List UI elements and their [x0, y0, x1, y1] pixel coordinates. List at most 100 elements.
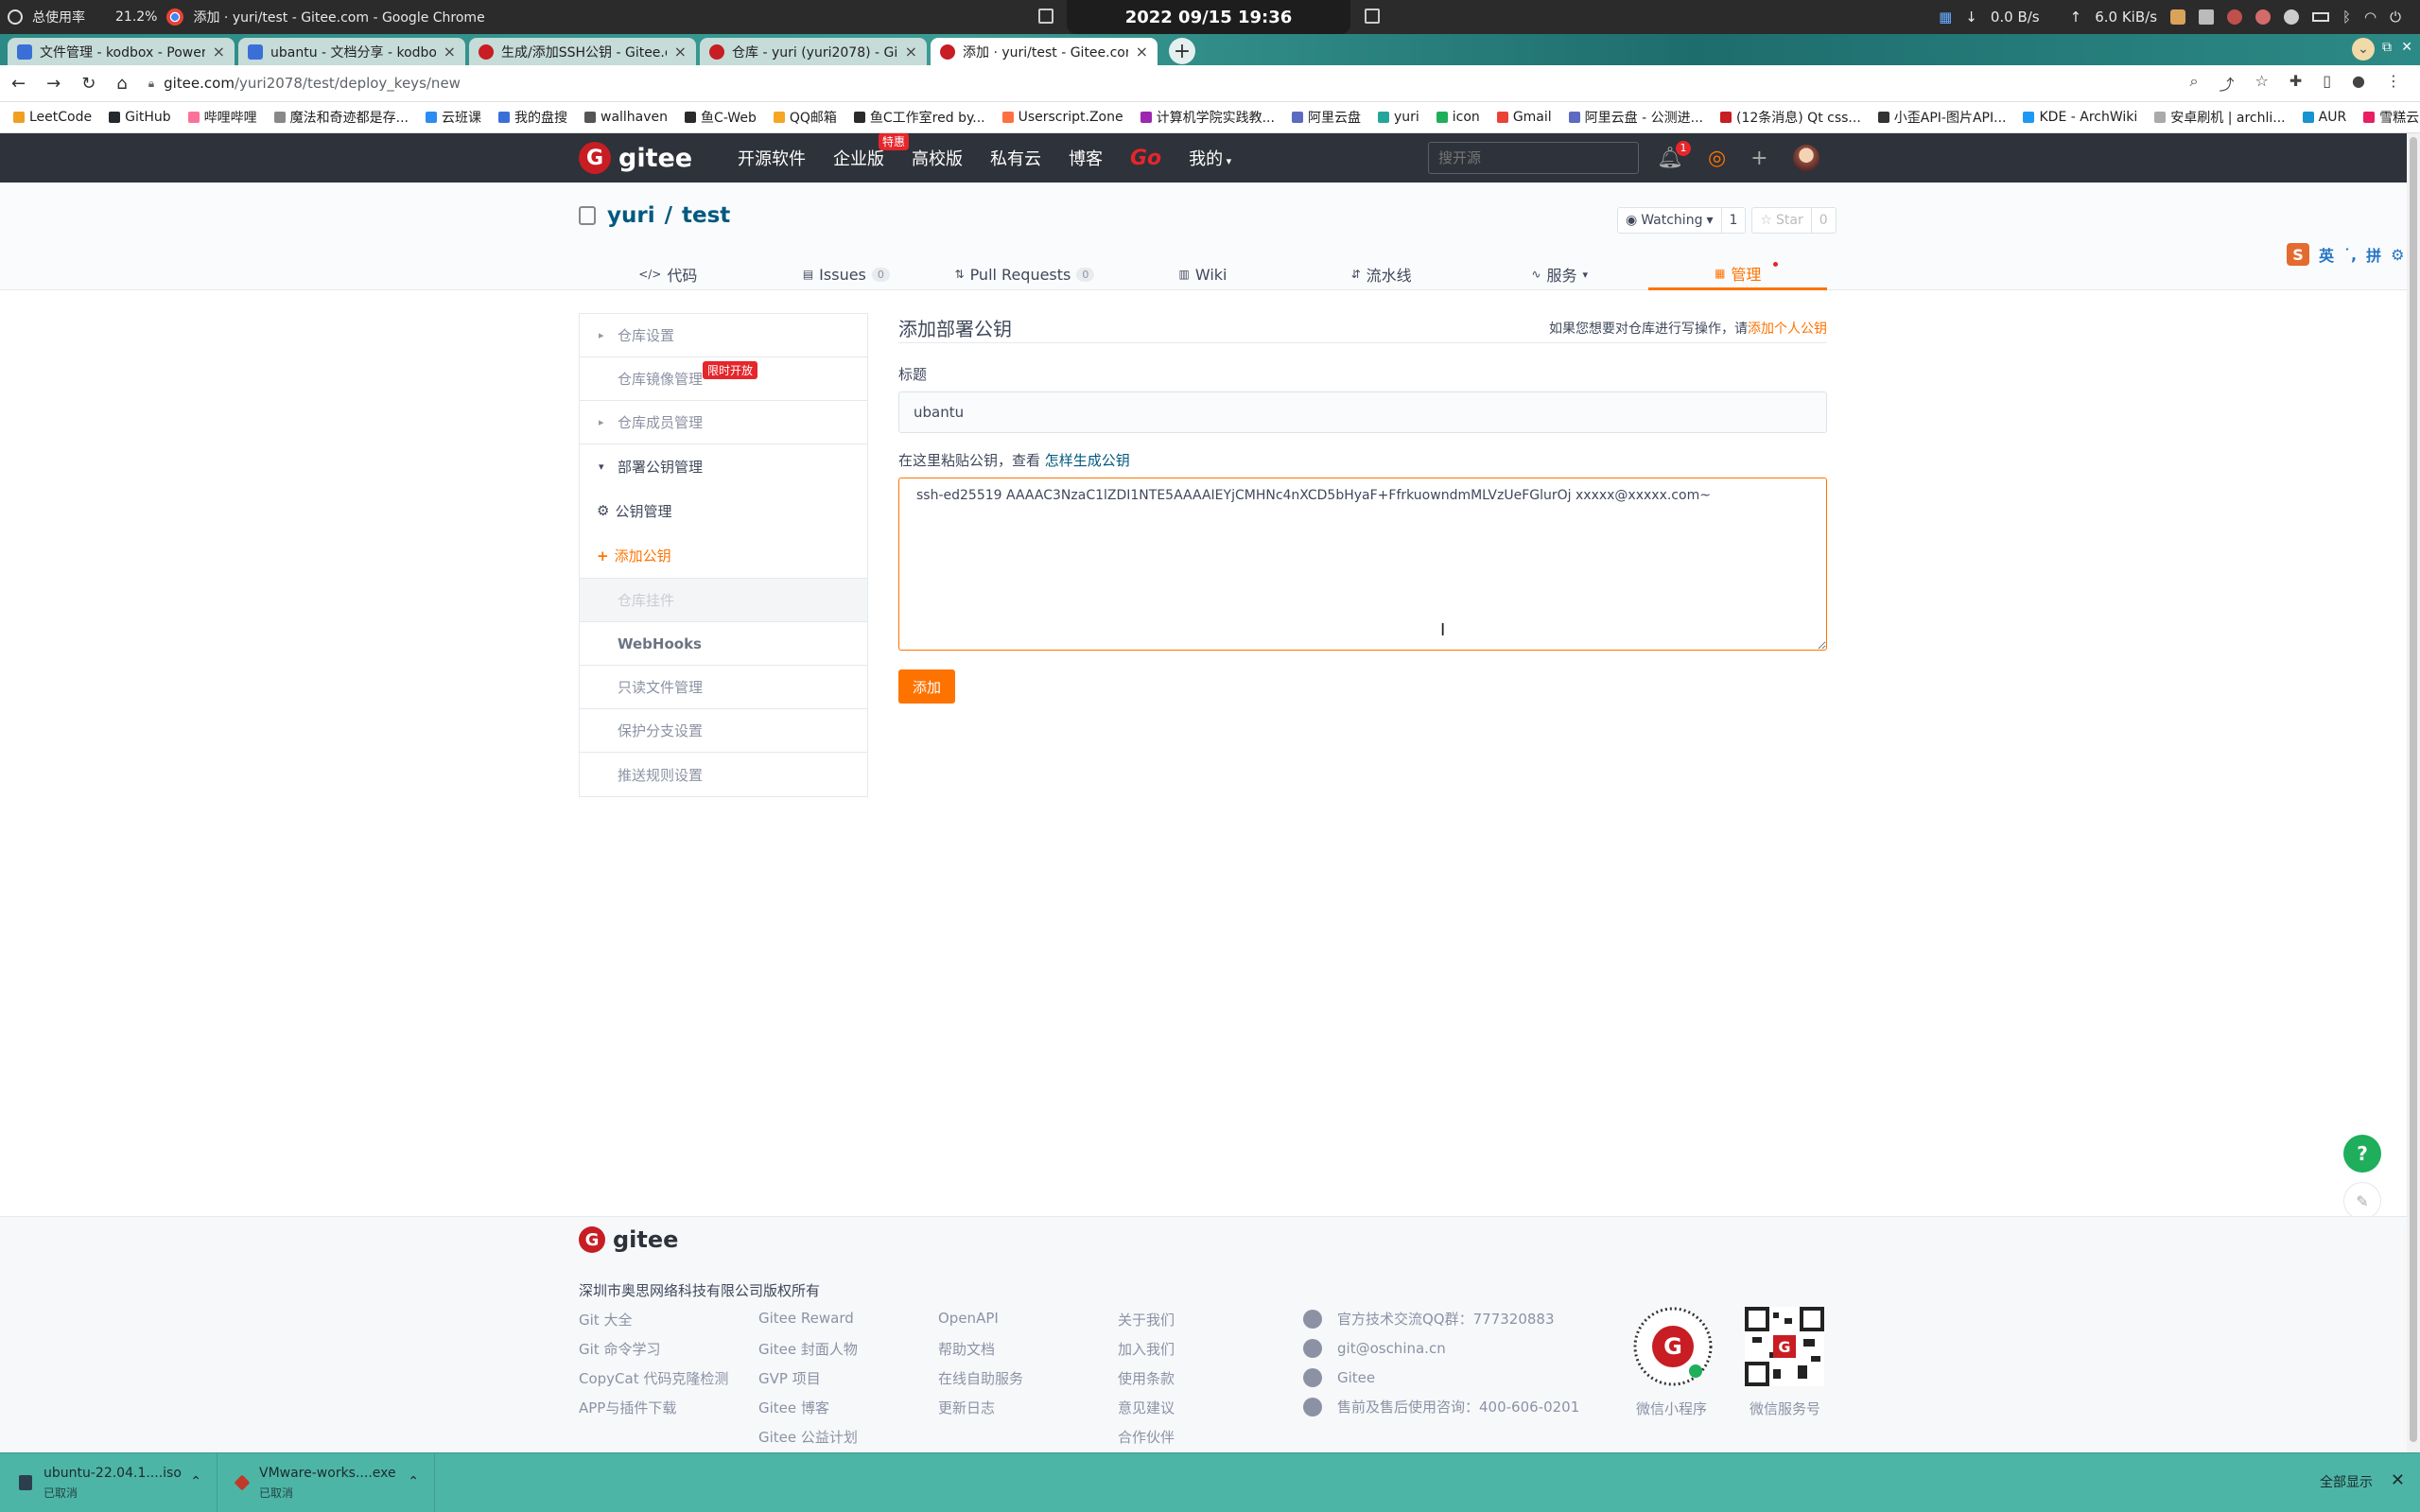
footer-link[interactable]: 合作伙伴: [1118, 1427, 1175, 1446]
zoom-icon[interactable]: ⌕: [2189, 72, 2198, 95]
show-all-downloads-link[interactable]: 全部显示: [2320, 1472, 2373, 1491]
footer-link[interactable]: 意见建议: [1118, 1398, 1175, 1416]
back-icon[interactable]: ←: [11, 74, 26, 94]
bookmark-item[interactable]: wallhaven: [584, 110, 668, 125]
calendar-icon[interactable]: [1038, 9, 1053, 24]
sidebar-item-readonly-files[interactable]: 只读文件管理: [580, 666, 867, 709]
nav-open-source[interactable]: 开源软件: [738, 146, 806, 170]
nav-mine[interactable]: 我的 ▾: [1189, 146, 1231, 170]
bookmark-item[interactable]: LeetCode: [13, 110, 92, 125]
window-close-icon[interactable]: ✕: [2401, 40, 2412, 55]
bookmark-item[interactable]: 鱼C-Web: [685, 108, 757, 127]
repo-tab[interactable]: ⇅ Pull Requests 0: [935, 258, 1114, 290]
bookmark-item[interactable]: KDE - ArchWiki: [2023, 110, 2137, 125]
sidebar-item-members[interactable]: ▸ 仓库成员管理: [580, 401, 867, 444]
how-to-generate-key-link[interactable]: 怎样生成公钥: [1045, 452, 1130, 469]
address-bar[interactable]: 🔒︎ gitee.com/yuri2078/test/deploy_keys/n…: [148, 75, 2229, 92]
bookmark-item[interactable]: 阿里云盘: [1291, 108, 1361, 127]
ime-lang[interactable]: 英: [2319, 243, 2334, 266]
repo-tab[interactable]: </> 代码: [579, 258, 757, 290]
footer-link[interactable]: Git 大全: [579, 1310, 728, 1329]
bookmark-item[interactable]: 阿里云盘 - 公测进...: [1568, 108, 1703, 127]
close-downloads-icon[interactable]: ✕: [2391, 1470, 2405, 1490]
repo-tab[interactable]: ▤ Issues 0: [757, 258, 936, 290]
footer-link[interactable]: 帮助文档: [938, 1339, 1023, 1358]
tray-app-icon[interactable]: [2255, 9, 2272, 25]
tray-calendar-icon[interactable]: [2199, 9, 2215, 25]
star-button[interactable]: ☆ Star 0: [1751, 207, 1837, 234]
bookmark-item[interactable]: 云班课: [426, 108, 481, 127]
repo-tab[interactable]: ⇵ 流水线: [1292, 258, 1471, 290]
bookmark-item[interactable]: 哔哩哔哩: [187, 108, 257, 127]
footer-link[interactable]: 更新日志: [938, 1398, 1023, 1416]
footer-logo[interactable]: G gitee: [579, 1226, 678, 1253]
ime-pinyin[interactable]: 拼: [2366, 243, 2381, 266]
bookmark-item[interactable]: GitHub: [109, 110, 171, 125]
download-item[interactable]: VMware-works....exe 已取消 ⌃: [218, 1452, 435, 1512]
browser-tab-active[interactable]: 添加 · yuri/test - Gitee.com ×: [931, 38, 1158, 65]
public-key-textarea[interactable]: [898, 478, 1827, 651]
notification-bell-icon[interactable]: 🔔︎ 1: [1657, 140, 1691, 170]
bookmark-item[interactable]: 我的盘搜: [498, 108, 567, 127]
footer-link[interactable]: GVP 项目: [758, 1368, 858, 1387]
bookmark-item[interactable]: 雪糕云: [2363, 108, 2419, 127]
bookmark-item[interactable]: 计算机学院实践教...: [1140, 108, 1275, 127]
repo-tab[interactable]: ▥ Wiki: [1114, 258, 1293, 290]
footer-link[interactable]: 加入我们: [1118, 1339, 1175, 1358]
share-icon[interactable]: ⤴: [2219, 72, 2234, 95]
footer-link[interactable]: Gitee 公益计划: [758, 1427, 858, 1446]
bookmark-item[interactable]: QQ邮箱: [773, 108, 837, 127]
battery-icon[interactable]: [2312, 12, 2330, 22]
footer-link[interactable]: Gitee 博客: [758, 1398, 858, 1416]
tab-search-chevron-icon[interactable]: ⌄: [2352, 38, 2375, 61]
side-panel-icon[interactable]: ▯: [2323, 72, 2331, 95]
ime-punctuation-icon[interactable]: ˙,: [2343, 246, 2357, 264]
calendar-icon[interactable]: [1365, 9, 1380, 24]
ime-settings-gear-icon[interactable]: ⚙: [2391, 246, 2404, 264]
bluetooth-icon[interactable]: ᛒ: [2342, 9, 2351, 26]
nav-private-cloud[interactable]: 私有云: [990, 146, 1041, 170]
help-button[interactable]: ?: [2343, 1135, 2381, 1173]
sidebar-subitem-add-key[interactable]: + 添加公钥: [580, 533, 867, 579]
sidebar-item-mirror[interactable]: 仓库镜像管理 限时开放: [580, 357, 867, 401]
clock[interactable]: 2022 09/15 19:36: [1067, 0, 1350, 34]
contact-email[interactable]: git@oschina.cn: [1303, 1338, 1579, 1358]
bookmark-item[interactable]: 小歪API-图片API...: [1877, 108, 2006, 127]
footer-link[interactable]: 在线自助服务: [938, 1368, 1023, 1387]
tray-app-icon[interactable]: [2284, 9, 2300, 25]
repo-tab[interactable]: ▦ 管理: [1648, 258, 1828, 290]
sogou-logo-icon[interactable]: S: [2287, 243, 2309, 266]
footer-link[interactable]: OpenAPI: [938, 1310, 1023, 1328]
bookmark-item[interactable]: icon: [1436, 110, 1480, 125]
nav-enterprise[interactable]: 企业版 特惠: [833, 133, 909, 170]
plus-icon[interactable]: +: [1750, 147, 1767, 170]
new-tab-button[interactable]: +: [1169, 38, 1195, 64]
bookmark-item[interactable]: Gmail: [1496, 110, 1552, 125]
home-icon[interactable]: ⌂: [116, 74, 127, 94]
browser-tab[interactable]: ubantu - 文档分享 - kodbox - ×: [238, 38, 465, 65]
chevron-up-icon[interactable]: ⌃: [408, 1474, 419, 1489]
download-item[interactable]: ubuntu-22.04.1....iso 已取消 ⌃: [0, 1452, 218, 1512]
search-input[interactable]: [1428, 142, 1639, 174]
add-personal-key-link[interactable]: 添加个人公钥: [1748, 322, 1827, 337]
close-tab-icon[interactable]: ×: [213, 43, 225, 61]
sidebar-item-repo-settings[interactable]: ▸ 仓库设置: [580, 314, 867, 357]
add-button[interactable]: 添加: [898, 669, 955, 704]
repo-owner-link[interactable]: yuri: [607, 203, 655, 228]
watch-button[interactable]: ◉ Watching ▾ 1: [1617, 207, 1747, 234]
footer-link[interactable]: 关于我们: [1118, 1310, 1175, 1329]
sidebar-item-protect-branch[interactable]: 保护分支设置: [580, 709, 867, 753]
feedback-edit-button[interactable]: ✎: [2343, 1182, 2381, 1220]
forward-icon[interactable]: →: [46, 74, 61, 94]
footer-link[interactable]: Git 命令学习: [579, 1339, 728, 1358]
bookmark-item[interactable]: 魔法和奇迹都是存...: [273, 108, 409, 127]
reload-icon[interactable]: ↻: [81, 74, 96, 94]
sidebar-subitem-key-manage[interactable]: ⚙ 公钥管理: [580, 488, 867, 533]
nav-go[interactable]: Go: [1130, 147, 1161, 170]
bookmark-star-icon[interactable]: ☆: [2255, 72, 2268, 95]
close-tab-icon[interactable]: ×: [1136, 43, 1148, 61]
lock-icon[interactable]: 🔒︎: [148, 77, 154, 91]
extensions-icon[interactable]: ✚: [2289, 72, 2302, 95]
app-launcher-icon[interactable]: [8, 9, 23, 25]
browser-tab[interactable]: 生成/添加SSH公钥 - Gitee.com ×: [469, 38, 696, 65]
